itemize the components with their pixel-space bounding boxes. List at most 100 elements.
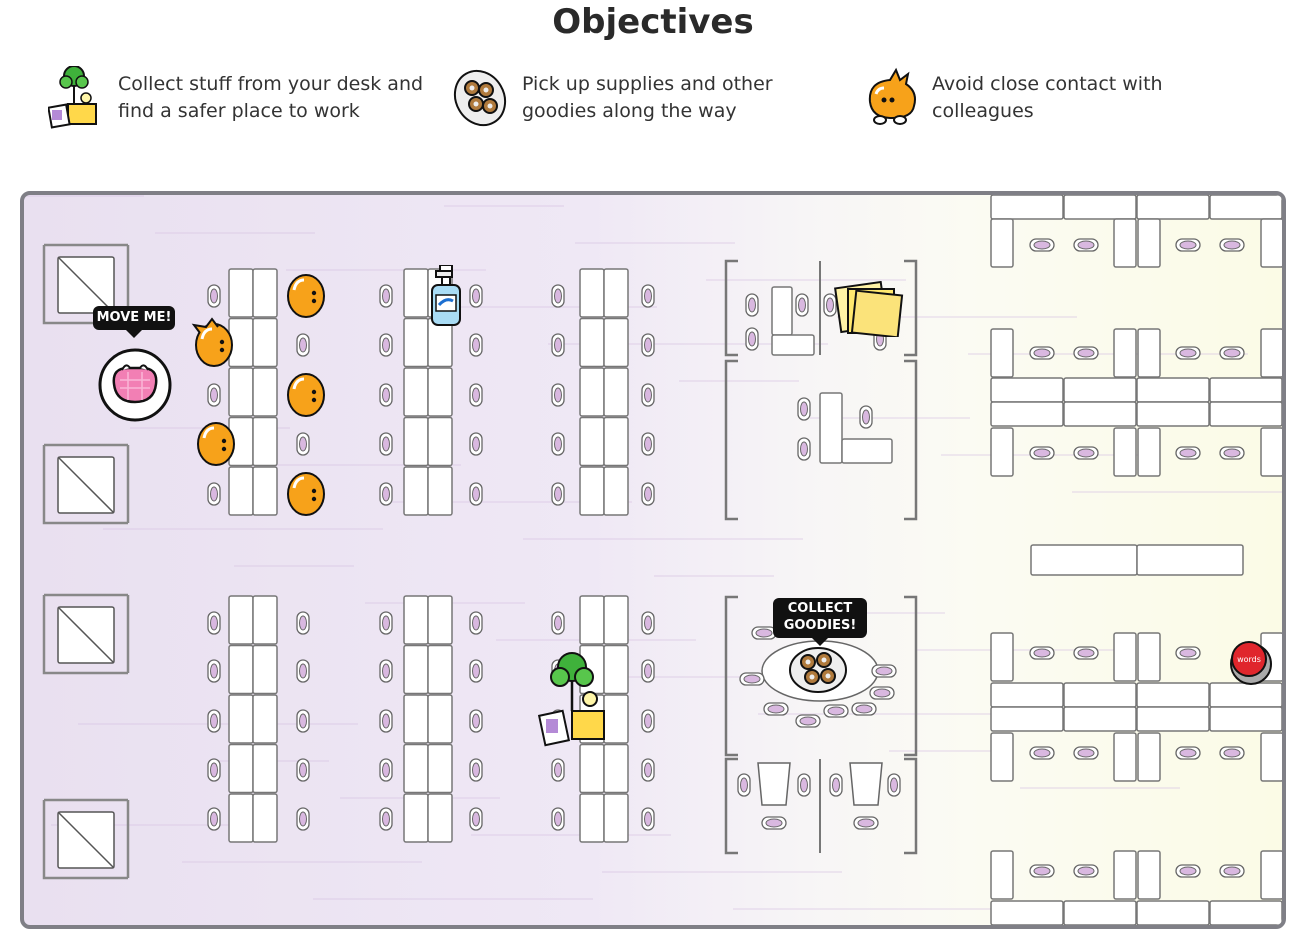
desk	[403, 367, 429, 417]
chair	[1175, 446, 1201, 460]
desk	[403, 694, 429, 744]
floor-streak	[575, 242, 735, 244]
chair	[745, 293, 759, 317]
desk	[252, 793, 278, 843]
chair	[296, 758, 310, 782]
room-desk	[757, 762, 791, 806]
chair	[379, 807, 393, 831]
desk	[228, 743, 254, 794]
chair	[739, 672, 765, 686]
bench-desk	[1209, 377, 1282, 403]
chair	[1175, 646, 1201, 660]
chair	[207, 758, 221, 782]
bench-desk	[1260, 732, 1282, 782]
desk	[579, 367, 605, 417]
desk	[427, 367, 453, 417]
bench-desk	[1063, 401, 1137, 427]
floor-streak	[24, 195, 144, 197]
floor-streak	[234, 565, 354, 567]
collect-hint-line1: COLLECT	[787, 601, 853, 616]
room-desk	[771, 334, 815, 356]
desk-items-item[interactable]	[538, 651, 608, 747]
bench-desk	[1137, 632, 1161, 682]
bench-desk	[990, 632, 1014, 682]
chair	[379, 758, 393, 782]
colleague-character	[191, 317, 233, 367]
red-button-label: words	[1237, 655, 1261, 664]
chair	[823, 704, 849, 718]
desk	[579, 595, 605, 645]
objective-collect-desk: Collect stuff from your desk and find a …	[48, 66, 428, 130]
chair	[379, 709, 393, 733]
chair	[207, 709, 221, 733]
chair	[207, 383, 221, 407]
red-words-button[interactable]: words	[1228, 639, 1274, 685]
floor-streak	[733, 908, 1013, 910]
office-game-board[interactable]: MOVE ME! COLLECT GOODIES! words	[20, 191, 1286, 929]
bench-desk	[1136, 377, 1210, 403]
chair	[641, 659, 655, 683]
chair	[551, 807, 565, 831]
chair	[797, 437, 811, 461]
sticky-notes-item[interactable]	[834, 281, 904, 337]
bench-desk	[1136, 900, 1210, 925]
bench-desk	[1063, 195, 1137, 220]
desk	[252, 466, 278, 516]
chair	[641, 432, 655, 456]
chair	[869, 686, 895, 700]
chair	[795, 293, 809, 317]
bench-desk	[990, 377, 1064, 403]
desk	[427, 743, 453, 794]
chair	[641, 709, 655, 733]
desk	[427, 466, 453, 516]
desk	[603, 466, 629, 516]
chair	[379, 432, 393, 456]
bench-desk	[990, 732, 1014, 782]
desk	[403, 793, 429, 843]
chair	[1029, 238, 1055, 252]
desk	[228, 644, 254, 695]
colleague-character	[197, 422, 235, 466]
chair	[1029, 346, 1055, 360]
floor-streak	[444, 205, 564, 207]
hand-sanitizer-item[interactable]	[428, 265, 464, 327]
desk	[252, 595, 278, 645]
desk	[403, 644, 429, 695]
chair	[469, 284, 483, 308]
colleague-blob-icon	[868, 67, 916, 125]
bench-desk	[1260, 850, 1282, 900]
desk	[228, 367, 254, 417]
chair	[1175, 346, 1201, 360]
desk	[228, 268, 254, 318]
donuts-item[interactable]	[788, 645, 848, 695]
desk	[579, 743, 605, 794]
bench-desk	[990, 401, 1064, 427]
desk	[427, 694, 453, 744]
desk	[403, 466, 429, 516]
objective-pick-supplies: Pick up supplies and other goodies along…	[452, 66, 832, 130]
bench-desk	[1209, 195, 1282, 220]
chair	[1219, 746, 1245, 760]
chair	[379, 659, 393, 683]
chair	[551, 758, 565, 782]
chair	[469, 333, 483, 357]
bench-desk	[1209, 900, 1282, 925]
bench-desk	[1260, 218, 1282, 268]
chair	[379, 482, 393, 506]
desk	[252, 268, 278, 318]
desk	[228, 466, 254, 516]
chair	[641, 758, 655, 782]
office-floor-plan	[24, 195, 1282, 925]
player-character[interactable]	[98, 348, 172, 422]
room-desk	[819, 392, 843, 464]
chair	[1219, 346, 1245, 360]
bench-desk	[1137, 328, 1161, 378]
chair	[1219, 864, 1245, 878]
chair	[551, 383, 565, 407]
chair	[551, 482, 565, 506]
bench-desk	[1209, 401, 1282, 427]
chair	[551, 432, 565, 456]
bench-desk	[1113, 218, 1137, 268]
chair	[296, 709, 310, 733]
bench-desk	[1063, 706, 1137, 732]
